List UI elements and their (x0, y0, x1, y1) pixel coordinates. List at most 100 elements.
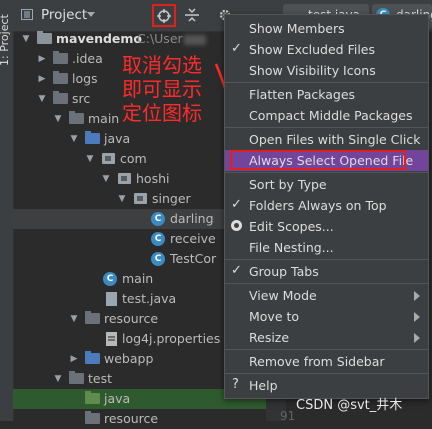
tree-item-label: .idea (72, 51, 103, 66)
chevron-down-icon[interactable]: ▼ (69, 314, 79, 324)
menu-item-label: Move to (249, 309, 300, 324)
help-icon: ? (232, 377, 239, 392)
menu-item-show-members[interactable]: Show Members (225, 18, 428, 39)
menu-item-remove-from-sidebar[interactable]: Remove from Sidebar (225, 351, 428, 372)
highlight-box (230, 150, 406, 170)
menu-item-label: Show Excluded Files (249, 42, 376, 57)
tree-item-test-resource[interactable]: resource (13, 409, 266, 429)
menu-item-sort-by-type[interactable]: Sort by Type (225, 174, 428, 195)
menu-item-group-tabs[interactable]: ✓ Group Tabs (225, 261, 428, 282)
menu-separator (225, 82, 428, 83)
menu-item-resize[interactable]: Resize (225, 327, 428, 348)
tree-item-label: main (88, 111, 120, 126)
chevron-down-icon[interactable]: ▼ (117, 194, 127, 204)
submenu-arrow-icon (414, 312, 420, 322)
submenu-arrow-icon (414, 291, 420, 301)
chevron-down-icon[interactable]: ▼ (53, 114, 63, 124)
menu-item-flatten-packages[interactable]: Flatten Packages (225, 84, 428, 105)
chevron-down-icon[interactable]: ▼ (53, 374, 63, 384)
annotation-line: 即可显示 (122, 77, 202, 101)
menu-item-label: Help (249, 378, 278, 393)
package-icon (118, 173, 131, 184)
tree-item-label: src (72, 91, 91, 106)
chevron-down-icon[interactable]: ▼ (85, 154, 95, 164)
menu-separator (225, 283, 428, 284)
annotation-text: 取消勾选 即可显示 定位图标 (122, 53, 222, 125)
tree-item-label: java (104, 391, 131, 406)
folder-icon (53, 51, 68, 64)
menu-separator (225, 373, 428, 374)
resources-folder-icon (85, 411, 100, 424)
checkmark-icon: ✓ (231, 197, 242, 212)
menu-separator (225, 127, 428, 128)
tree-item-label: hoshi (136, 171, 170, 186)
tree-item-label: webapp (104, 351, 154, 366)
chevron-right-icon[interactable]: ▶ (37, 54, 47, 64)
redacted-path (183, 34, 206, 45)
menu-item-label: Open Files with Single Click (249, 132, 421, 147)
menu-item-view-mode[interactable]: View Mode (225, 285, 428, 306)
menu-item-show-visibility-icons[interactable]: Show Visibility Icons (225, 60, 428, 81)
chevron-down-icon[interactable] (87, 12, 95, 17)
test-source-folder-icon (85, 391, 100, 404)
tree-item-label: TestCor (170, 251, 217, 266)
properties-file-icon (106, 332, 117, 346)
chevron-down-icon[interactable]: ▼ (37, 94, 47, 104)
chevron-down-icon[interactable]: ▼ (101, 174, 111, 184)
submenu-arrow-icon (414, 333, 420, 343)
source-folder-icon (85, 131, 100, 144)
folder-icon (69, 111, 84, 124)
menu-item-open-files-single-click[interactable]: Open Files with Single Click (225, 129, 428, 150)
web-folder-icon (85, 351, 100, 364)
menu-item-label: Flatten Packages (249, 87, 356, 102)
tree-item-label: java (104, 131, 131, 146)
menu-item-label: Folders Always on Top (249, 198, 387, 213)
project-side-tab[interactable]: 1: Project (0, 10, 14, 70)
tree-item-label: resource (104, 311, 159, 326)
project-view-label[interactable]: Project (41, 7, 87, 23)
annotation-line: 取消勾选 (122, 53, 202, 77)
tree-item-path: C:\User (137, 31, 206, 46)
chevron-right-icon[interactable]: ▶ (69, 354, 79, 364)
tree-item-label: singer (152, 191, 191, 206)
menu-item-file-nesting[interactable]: File Nesting... (225, 237, 428, 258)
menu-item-label: Compact Middle Packages (249, 108, 413, 123)
select-opened-file-button[interactable] (152, 4, 176, 27)
chevron-down-icon[interactable]: ▼ (69, 134, 79, 144)
menu-item-edit-scopes[interactable]: Edit Scopes... (225, 216, 428, 237)
tree-item-label: test.java (122, 291, 177, 306)
tree-item-label: main (122, 271, 154, 286)
chevron-right-icon[interactable]: ▶ (37, 74, 47, 84)
menu-item-show-excluded-files[interactable]: ✓ Show Excluded Files (225, 39, 428, 60)
resources-folder-icon (85, 311, 100, 324)
menu-item-label: Group Tabs (249, 264, 319, 279)
menu-item-label: Show Visibility Icons (249, 63, 376, 78)
checkmark-icon: ✓ (231, 263, 242, 278)
menu-item-help[interactable]: ? Help (225, 375, 428, 396)
tree-item-label: mavendemo (56, 31, 143, 46)
menu-separator (225, 172, 428, 173)
menu-item-folders-always-on-top[interactable]: ✓ Folders Always on Top (225, 195, 428, 216)
annotation-line: 定位图标 (122, 101, 202, 125)
menu-item-label: Show Members (249, 21, 345, 36)
scope-icon (231, 220, 242, 231)
menu-item-label: Resize (249, 330, 290, 345)
class-icon: C (151, 212, 165, 226)
folder-icon (69, 371, 84, 384)
package-icon (102, 153, 115, 164)
menu-item-label: Remove from Sidebar (249, 354, 385, 369)
class-icon: C (103, 272, 117, 286)
folder-icon (53, 71, 68, 84)
project-window-icon (21, 9, 33, 20)
menu-item-move-to[interactable]: Move to (225, 306, 428, 327)
menu-item-compact-middle-packages[interactable]: Compact Middle Packages (225, 105, 428, 126)
menu-item-label: File Nesting... (249, 240, 334, 255)
java-file-icon (106, 292, 117, 306)
tree-item-label: receive (170, 231, 216, 246)
collapse-all-button[interactable] (185, 8, 199, 25)
menu-separator (225, 259, 428, 260)
chevron-down-icon[interactable]: ▼ (21, 34, 31, 44)
menu-item-label: Edit Scopes... (249, 219, 334, 234)
tree-item-label: log4j.properties (122, 331, 221, 346)
menu-item-label: View Mode (249, 288, 317, 303)
